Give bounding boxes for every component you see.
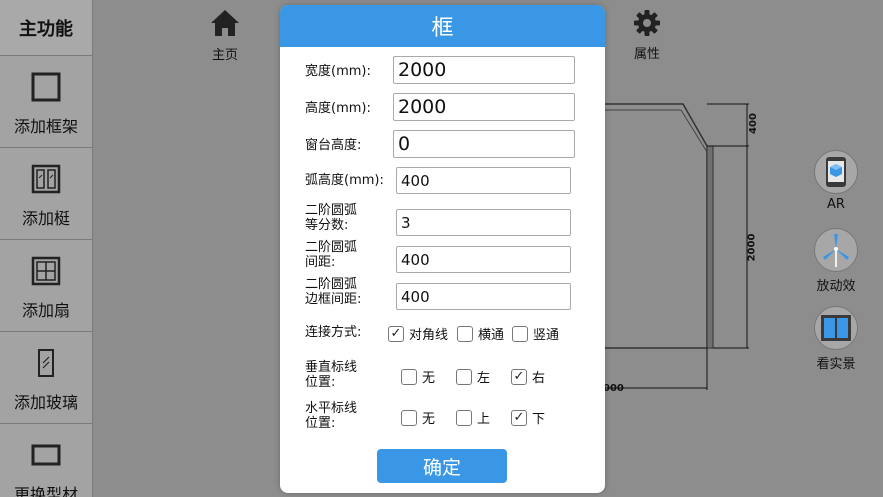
label-line: 等分数:: [305, 218, 349, 233]
option-label: 右: [532, 371, 546, 386]
vertical-dim-option-left[interactable]: 左: [456, 367, 490, 386]
sill-height-label: 窗台高度:: [305, 138, 362, 153]
checkbox-checked[interactable]: ✓: [511, 368, 527, 385]
sill-height-input[interactable]: [393, 130, 575, 158]
sidebar-item-label: 添加扇: [21, 300, 70, 320]
option-label: 横通: [478, 328, 505, 343]
label-line: 间距:: [305, 255, 336, 270]
connection-option-diagonal[interactable]: ✓ 对角线: [388, 324, 448, 343]
sash-icon: [26, 251, 66, 291]
label-line: 水平标线: [305, 401, 358, 416]
ar-button[interactable]: AR: [814, 150, 858, 212]
ar-icon: [814, 150, 858, 194]
vertical-dim-option-none[interactable]: 无: [401, 367, 435, 386]
option-label: 无: [422, 412, 436, 427]
mullion-icon: [26, 159, 66, 199]
properties-label: 属性: [633, 47, 660, 62]
home-button[interactable]: 主页: [209, 8, 241, 63]
sidebar-item-change-profile[interactable]: 更换型材: [0, 424, 92, 497]
height-input[interactable]: [393, 93, 575, 121]
animation-label: 放动效: [816, 279, 856, 294]
option-label: 对角线: [409, 328, 449, 343]
sidebar-item-add-frame[interactable]: 添加框架: [0, 56, 92, 148]
horizontal-dim-option-bottom[interactable]: ✓ 下: [511, 408, 545, 427]
label-line: 位置:: [305, 375, 336, 390]
checkbox-unchecked[interactable]: [512, 325, 528, 342]
arc2-spacing-label: 二阶圆弧 间距:: [305, 240, 357, 270]
windmill-icon: [814, 228, 858, 272]
label-line: 边框间距:: [305, 292, 362, 307]
sidebar-item-add-glass[interactable]: 添加玻璃: [0, 332, 92, 424]
width-label: 宽度(mm):: [305, 64, 371, 79]
sidebar-item-label: 添加框架: [13, 116, 78, 136]
connection-option-vertical[interactable]: 竖通: [512, 324, 559, 343]
home-icon: [209, 8, 241, 42]
sidebar-title: 主功能: [0, 0, 92, 56]
realview-label: 看实景: [816, 357, 856, 372]
dim-top-label: 400: [747, 113, 759, 134]
width-input[interactable]: [393, 56, 575, 84]
option-label: 竖通: [533, 328, 560, 343]
arc2-divisions-label: 二阶圆弧 等分数:: [305, 203, 357, 233]
label-line: 二阶圆弧: [305, 203, 358, 218]
option-label: 下: [532, 412, 546, 427]
height-label: 高度(mm):: [305, 101, 371, 116]
sidebar-item-label: 添加玻璃: [13, 392, 78, 412]
checkbox-unchecked[interactable]: [401, 368, 417, 385]
sidebar-item-label: 更换型材: [13, 485, 78, 497]
vertical-dim-option-right[interactable]: ✓ 右: [511, 367, 545, 386]
connection-option-horizontal[interactable]: 横通: [457, 324, 504, 343]
sidebar-item-label: 添加梃: [21, 208, 70, 228]
horizontal-dim-label: 水平标线 位置:: [305, 401, 357, 431]
horizontal-dim-option-top[interactable]: 上: [456, 408, 490, 427]
dialog-title: 框: [280, 5, 605, 47]
horizontal-dim-option-none[interactable]: 无: [401, 408, 435, 427]
arc2-edge-spacing-label: 二阶圆弧 边框间距:: [305, 277, 361, 307]
label-line: 二阶圆弧: [305, 277, 358, 292]
arc2-edge-spacing-input[interactable]: [396, 283, 571, 310]
properties-button[interactable]: 属性: [633, 9, 661, 62]
arc-height-label: 弧高度(mm):: [305, 173, 384, 188]
sidebar-item-add-sash[interactable]: 添加扇: [0, 240, 92, 332]
vertical-dim-row: 垂直标线 位置: 无 左 ✓ 右: [280, 359, 605, 391]
label-line: 垂直标线: [305, 360, 358, 375]
frame-icon: [26, 67, 66, 107]
profile-icon: [26, 435, 66, 475]
label-line: 二阶圆弧: [305, 240, 358, 255]
glass-icon: [26, 343, 66, 383]
frame-dialog: 框 宽度(mm): 高度(mm): 窗台高度: 弧高度(mm): 二阶圆弧 等分…: [280, 5, 605, 493]
option-label: 左: [477, 371, 491, 386]
horizontal-dim-row: 水平标线 位置: 无 上 ✓ 下: [280, 400, 605, 432]
checkbox-unchecked[interactable]: [456, 368, 472, 385]
dim-bottom-label: 000: [603, 383, 624, 394]
arc2-spacing-input[interactable]: [396, 246, 571, 273]
gear-icon: [633, 9, 661, 41]
sidebar-item-add-mullion[interactable]: 添加梃: [0, 148, 92, 240]
connection-label: 连接方式:: [305, 325, 362, 340]
animation-button[interactable]: 放动效: [814, 228, 858, 294]
checkbox-checked[interactable]: ✓: [388, 325, 404, 342]
arc2-divisions-input[interactable]: [396, 209, 571, 236]
connection-row: 连接方式: ✓ 对角线 横通 竖通: [280, 323, 605, 343]
option-label: 无: [422, 371, 436, 386]
option-label: 上: [477, 412, 491, 427]
label-line: 位置:: [305, 416, 336, 431]
vertical-dim-label: 垂直标线 位置:: [305, 360, 357, 390]
arc-height-input[interactable]: [396, 167, 571, 194]
window-view-icon: [814, 306, 858, 350]
confirm-button[interactable]: 确定: [377, 449, 507, 483]
checkbox-checked[interactable]: ✓: [511, 409, 527, 426]
checkbox-unchecked[interactable]: [456, 409, 472, 426]
realview-button[interactable]: 看实景: [814, 306, 858, 372]
dim-right-label: 2000: [746, 233, 758, 262]
checkbox-unchecked[interactable]: [457, 325, 473, 342]
checkbox-unchecked[interactable]: [401, 409, 417, 426]
home-label: 主页: [211, 48, 238, 63]
sidebar: 主功能 添加框架 添加梃 添加扇 添加玻璃 更换型材: [0, 0, 93, 497]
ar-label: AR: [827, 197, 845, 212]
